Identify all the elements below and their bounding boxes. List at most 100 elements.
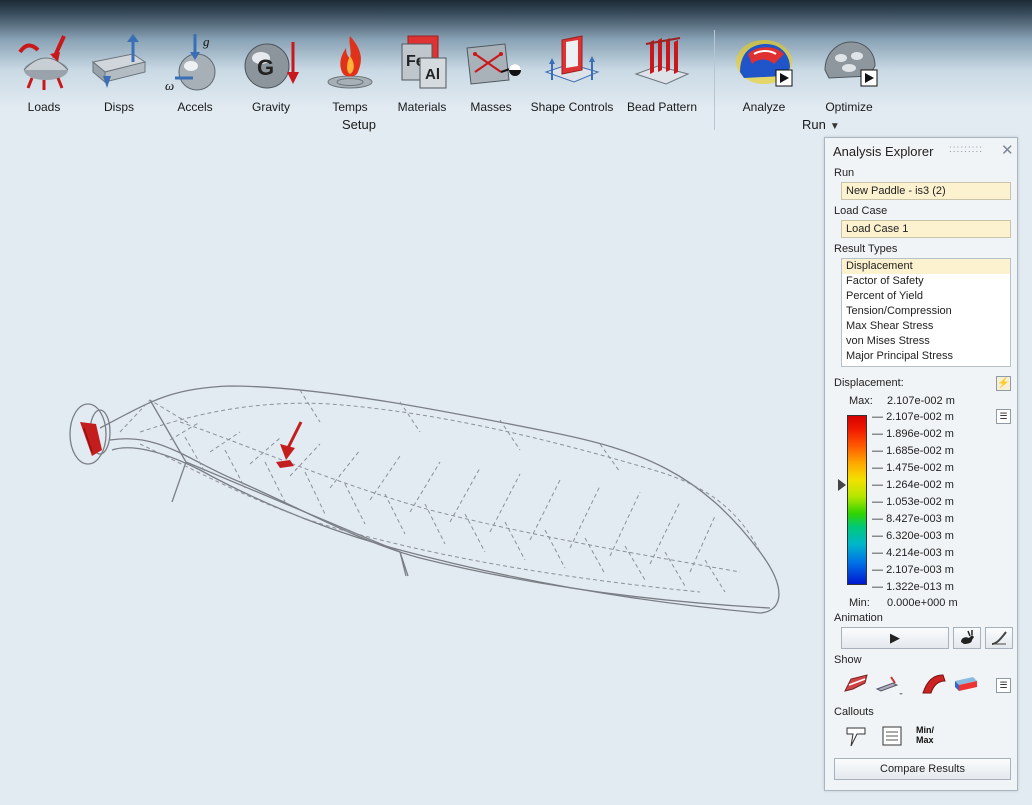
accels-icon: g ω bbox=[165, 34, 216, 92]
run-group-label: Run bbox=[802, 117, 826, 132]
gravity-icon: G bbox=[244, 42, 299, 89]
deformation-curve-icon bbox=[991, 631, 1007, 645]
bead-pattern-label: Bead Pattern bbox=[626, 100, 698, 114]
optimize-label: Optimize bbox=[825, 100, 873, 114]
result-type-item[interactable]: von Mises Stress bbox=[842, 334, 1010, 349]
legend-value: 1.264e-002 m bbox=[886, 479, 954, 491]
legend-tick: — bbox=[872, 496, 887, 508]
result-type-item[interactable]: Major Principal Stress bbox=[842, 349, 1010, 364]
temps-icon bbox=[327, 36, 373, 89]
optimize-icon bbox=[824, 41, 878, 87]
legend-tick: — bbox=[872, 479, 887, 491]
run-dropdown-caret-icon[interactable]: ▼ bbox=[830, 121, 840, 132]
svg-text:ω: ω bbox=[165, 78, 174, 92]
legend-value-row: — 1.053e-002 m bbox=[872, 496, 954, 508]
legend-value-row: — 1.896e-002 m bbox=[872, 428, 954, 440]
result-type-item[interactable]: Tension/Compression bbox=[842, 304, 1010, 319]
legend-value: 8.427e-003 m bbox=[886, 513, 954, 525]
legend-tick: — bbox=[872, 513, 887, 525]
legend-value-row: — 1.475e-002 m bbox=[872, 462, 954, 474]
callouts-label: Callouts bbox=[834, 706, 874, 718]
show-contour-icon[interactable] bbox=[919, 671, 949, 695]
run-selector[interactable]: New Paddle - is3 (2) bbox=[841, 182, 1011, 200]
legend-tick: — bbox=[872, 564, 887, 576]
optimize-tool-button[interactable]: Optimize bbox=[811, 28, 887, 118]
legend-value-row: — 8.427e-003 m bbox=[872, 513, 954, 525]
minmax-label-2: Max bbox=[916, 735, 934, 745]
legend-value: 1.685e-002 m bbox=[886, 445, 954, 457]
shape-controls-label: Shape Controls bbox=[530, 100, 614, 114]
svg-text:Al: Al bbox=[425, 66, 440, 83]
callout-list-icon[interactable] bbox=[877, 724, 907, 748]
legend-value-row: — 2.107e-003 m bbox=[872, 564, 954, 576]
show-undeformed-icon[interactable] bbox=[873, 671, 903, 695]
legend-value-row: — 6.320e-003 m bbox=[872, 530, 954, 542]
play-icon: ▶ bbox=[890, 630, 900, 645]
disps-icon bbox=[91, 34, 147, 88]
paddle-wireframe-model[interactable] bbox=[0, 132, 822, 805]
result-types-list[interactable]: Displacement Factor of Safety Percent of… bbox=[841, 258, 1011, 367]
callout-probe-icon[interactable] bbox=[843, 724, 873, 748]
legend-value: 2.107e-002 m bbox=[886, 411, 954, 423]
min-label: Min: bbox=[849, 597, 870, 609]
legend-value: 1.053e-002 m bbox=[886, 496, 954, 508]
analysis-explorer-panel: Analysis Explorer ::::::::: ✕ Run New Pa… bbox=[824, 137, 1018, 791]
max-label: Max: bbox=[849, 395, 873, 407]
masses-icon bbox=[466, 43, 521, 85]
materials-icon: Fe Al bbox=[401, 35, 447, 89]
panel-grip-handle[interactable]: ::::::::: bbox=[949, 144, 983, 155]
disps-tool-button[interactable]: Disps bbox=[81, 28, 157, 118]
masses-tool-button[interactable]: Masses bbox=[453, 28, 529, 118]
play-animation-button[interactable]: ▶ bbox=[841, 627, 949, 649]
legend-tick: — bbox=[872, 445, 887, 457]
force-load-arrow[interactable] bbox=[276, 421, 303, 468]
gravity-tool-button[interactable]: G Gravity bbox=[233, 28, 309, 118]
show-options-icon[interactable]: ☰ bbox=[996, 678, 1011, 693]
legend-value: 4.214e-003 m bbox=[886, 547, 954, 559]
legend-slider-handle[interactable] bbox=[838, 479, 846, 491]
analyze-tool-button[interactable]: Analyze bbox=[726, 28, 802, 118]
result-type-item[interactable]: Displacement bbox=[842, 259, 1010, 274]
max-value: 2.107e-002 m bbox=[887, 395, 955, 407]
legend-tick: — bbox=[872, 411, 887, 423]
show-deformed-icon[interactable] bbox=[841, 671, 871, 695]
legend-value: 6.320e-003 m bbox=[886, 530, 954, 542]
legend-options-icon[interactable]: ☰ bbox=[996, 409, 1011, 424]
bead-pattern-icon bbox=[634, 37, 690, 85]
load-case-selector[interactable]: Load Case 1 bbox=[841, 220, 1011, 238]
loads-icon bbox=[18, 35, 69, 90]
animation-label: Animation bbox=[834, 612, 883, 624]
shape-controls-tool-button[interactable]: Shape Controls bbox=[531, 28, 613, 118]
compare-results-button[interactable]: Compare Results bbox=[834, 758, 1011, 780]
legend-tick: — bbox=[872, 462, 887, 474]
ribbon-toolbar: Loads Disps g ω Accels G Gravity Temps F… bbox=[0, 0, 1032, 132]
accels-tool-button[interactable]: g ω Accels bbox=[157, 28, 233, 118]
analyze-label: Analyze bbox=[742, 100, 786, 114]
show-gradient-icon[interactable] bbox=[951, 671, 981, 695]
result-type-item[interactable]: Factor of Safety bbox=[842, 274, 1010, 289]
model-viewport[interactable] bbox=[0, 132, 822, 805]
result-type-item[interactable]: Percent of Yield bbox=[842, 289, 1010, 304]
callout-minmax-button[interactable]: Min/ Max bbox=[916, 725, 934, 745]
legend-color-bar bbox=[847, 415, 867, 585]
run-group-menu[interactable]: Run ▼ bbox=[802, 117, 840, 132]
bead-pattern-tool-button[interactable]: Bead Pattern bbox=[624, 28, 700, 118]
fixed-constraint-marker[interactable] bbox=[80, 422, 102, 456]
analyze-icon bbox=[736, 40, 793, 87]
lightning-icon[interactable]: ⚡ bbox=[996, 376, 1011, 391]
shape-controls-icon bbox=[544, 35, 600, 83]
panel-title: Analysis Explorer bbox=[833, 144, 934, 159]
min-value: 0.000e+000 m bbox=[887, 597, 958, 609]
legend-tick: — bbox=[872, 547, 887, 559]
result-type-item[interactable]: Max Shear Stress bbox=[842, 319, 1010, 334]
legend-value-row: — 1.685e-002 m bbox=[872, 445, 954, 457]
animation-speed-button[interactable] bbox=[953, 627, 981, 649]
close-icon[interactable]: ✕ bbox=[1001, 141, 1014, 159]
svg-text:g: g bbox=[203, 34, 210, 49]
legend-value-row: — 2.107e-002 m bbox=[872, 411, 954, 423]
animation-settings-button[interactable] bbox=[985, 627, 1013, 649]
legend-tick: — bbox=[872, 428, 887, 440]
run-label: Run bbox=[834, 167, 855, 179]
legend-value: 1.322e-013 m bbox=[886, 581, 954, 593]
result-types-label: Result Types bbox=[834, 243, 898, 255]
